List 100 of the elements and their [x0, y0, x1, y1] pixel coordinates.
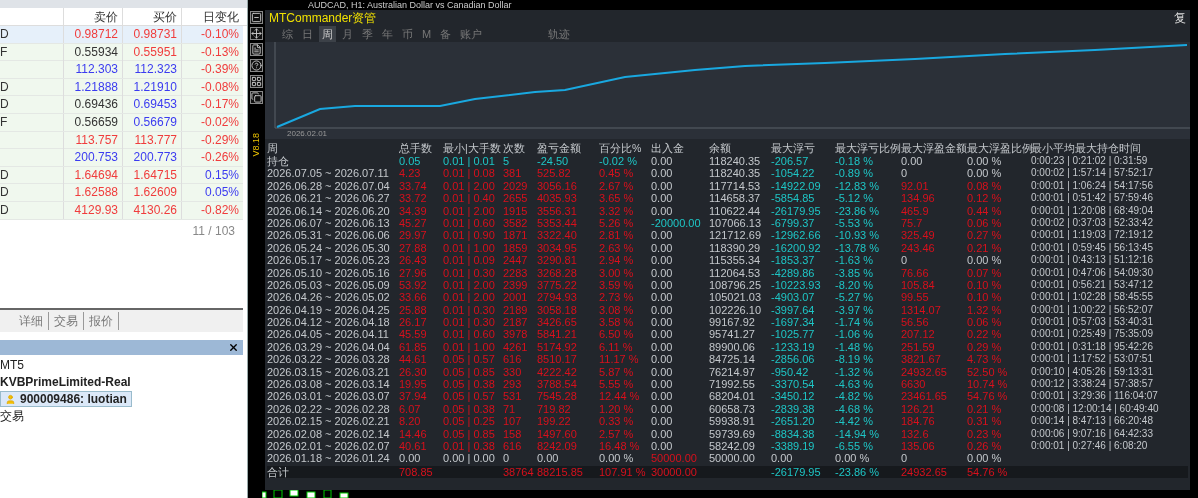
table-cell-text: 0.08 % — [967, 179, 1003, 193]
table-cell-text: 0.00 — [651, 167, 674, 180]
minimize-icon[interactable] — [250, 11, 263, 24]
symbol-cell-text: F — [0, 43, 9, 61]
table-cell-text: 26.43 — [399, 254, 428, 267]
navigator-item[interactable]: 900009486: luotian — [0, 391, 132, 408]
table-cell-text: -206.57 — [771, 155, 810, 168]
table-cell-text: 3.00 % — [599, 266, 635, 279]
table-cell-text: 2655 — [503, 192, 529, 205]
table-cell-text: 330 — [503, 365, 523, 379]
table-cell-text: 251.59 — [901, 340, 936, 354]
price-cell: 200.753 — [63, 149, 122, 167]
price-cell: 0.98712 — [63, 26, 122, 43]
table-cell-text: 0.00 — [651, 254, 674, 267]
navigator-item[interactable]: MT5 — [0, 357, 28, 374]
price-cell: -0.17% — [181, 96, 243, 114]
windows-icon[interactable] — [250, 91, 263, 104]
table-cell-text: -4.82 % — [835, 390, 874, 403]
quote-row[interactable]: D 0.69436 0.69453 -0.17% — [0, 96, 243, 114]
help-icon[interactable] — [250, 59, 263, 72]
table-cell-text: -2651.20 — [771, 415, 816, 428]
tab[interactable]: 详细 — [14, 311, 49, 330]
price-cell: 0.98731 — [122, 26, 181, 43]
price-cell: 0.56679 — [122, 113, 181, 131]
quote-row[interactable]: 112.303 112.323 -0.39% — [0, 61, 243, 79]
tab[interactable]: 报价 — [84, 311, 119, 330]
period-tab[interactable]: M — [419, 25, 435, 43]
table-cell-text: 0.07 % — [967, 266, 1003, 279]
column-header: 总手数 — [399, 142, 433, 155]
column-header: 最大浮亏比例 — [835, 142, 901, 155]
table-cell-text: 6630 — [901, 378, 927, 391]
tab[interactable]: 交易 — [49, 311, 84, 330]
table-cell-text: 102226.10 — [709, 303, 762, 317]
table-cell-text: 0.00 % — [967, 254, 1003, 267]
table-cell-text: 0.01 | 1.00 — [443, 340, 496, 354]
table-cell-text: 0.23 % — [967, 427, 1003, 440]
table-cell-text: 3056.16 — [537, 179, 578, 193]
table-cell-text: -3.85 % — [835, 266, 874, 279]
table-cell-text: -1697.34 — [771, 316, 816, 329]
table-cell-text: -6799.37 — [771, 216, 816, 230]
table-cell-text: 26.30 — [399, 365, 428, 379]
grid-icon[interactable] — [250, 75, 263, 88]
move-icon[interactable] — [250, 27, 263, 40]
table-cell-text: 24932.65 — [901, 365, 948, 379]
table-cell-text: -14.94 % — [835, 427, 881, 440]
table-cell-text: 110622.44 — [709, 204, 762, 217]
table-cell-text: 0.00 — [651, 179, 674, 193]
table-cell-text: 3058.18 — [537, 303, 578, 317]
period-tab[interactable]: 综 — [279, 25, 296, 43]
table-cell-text: 75.7 — [901, 216, 924, 230]
period-tab[interactable]: 周 — [319, 25, 336, 43]
table-cell-text: 0.45 % — [599, 167, 635, 180]
table-cell-text: 27.88 — [399, 241, 428, 255]
replay-button[interactable]: 复 — [1174, 9, 1186, 27]
close-icon[interactable] — [228, 341, 239, 353]
table-cell-text: 3788.54 — [537, 378, 578, 391]
table-cell-text: 134.96 — [901, 192, 936, 205]
row-label: 2026.06.28 ~ 2026.07.04 — [267, 179, 391, 193]
period-tab[interactable]: 币 — [399, 25, 416, 43]
table-cell-text: 0.05 | 0.25 — [443, 415, 496, 428]
table-cell-text: 0:00:02 | 0:37:03 | 52:33:42 — [1031, 216, 1154, 230]
table-cell-text: 0.00 — [651, 402, 674, 416]
table-cell-text: -0.18 % — [835, 155, 874, 168]
table-cell-text: -1.63 % — [835, 254, 874, 267]
table-cell-text: 0.00 % — [967, 155, 1003, 168]
table-cell-text: -23.86 % — [835, 465, 881, 479]
quote-row[interactable]: D 0.98712 0.98731 -0.10% — [0, 26, 243, 44]
table-cell-text: 45.59 — [399, 328, 428, 341]
price-cell: 200.773 — [122, 149, 181, 167]
navigator-item[interactable]: KVBPrimeLimited-Real — [0, 374, 135, 391]
quote-row[interactable]: D 1.62588 1.62609 0.05% — [0, 184, 243, 202]
table-cell-text: 3426.65 — [537, 316, 578, 329]
table-cell-text: 0.26 % — [967, 440, 1003, 453]
navigator-item[interactable]: 交易 — [0, 408, 28, 425]
price-cell: -0.10% — [181, 26, 243, 43]
table-cell-text: 14.46 — [399, 427, 428, 440]
table-cell-text: 25.88 — [399, 303, 428, 317]
period-tab[interactable]: 账户 — [457, 25, 486, 43]
table-cell-text: 0.00 — [651, 328, 674, 341]
column-header: 最大浮盈比例 — [967, 142, 1031, 155]
period-tab[interactable]: 月 — [339, 25, 356, 43]
table-cell-text: 0.00 % — [967, 452, 1003, 465]
track-button[interactable]: 轨迹 — [548, 25, 571, 43]
table-cell-text: 1.20 % — [599, 402, 635, 416]
table-cell-text: 0.00 — [651, 204, 674, 217]
table-cell-text: 0.00 — [651, 192, 674, 205]
price-cell: 0.55934 — [63, 43, 122, 61]
table-cell-text: 76.66 — [901, 266, 930, 279]
period-tab[interactable]: 备 — [437, 25, 455, 43]
quote-row[interactable]: 200.753 200.773 -0.26% — [0, 149, 243, 167]
period-tab[interactable]: 日 — [299, 25, 316, 43]
table-cell-text: 29.97 — [399, 229, 428, 242]
document-icon[interactable] — [250, 43, 263, 56]
period-tab[interactable]: 季 — [359, 25, 376, 43]
period-tab[interactable]: 年 — [379, 25, 396, 43]
table-cell-text: 0 — [901, 452, 909, 465]
table-cell-text: 54.76 % — [967, 390, 1009, 403]
table-cell-text: -3.97 % — [835, 303, 874, 317]
table-cell-text: 184.76 — [901, 415, 936, 428]
table-cell-text: 7545.28 — [537, 390, 578, 403]
